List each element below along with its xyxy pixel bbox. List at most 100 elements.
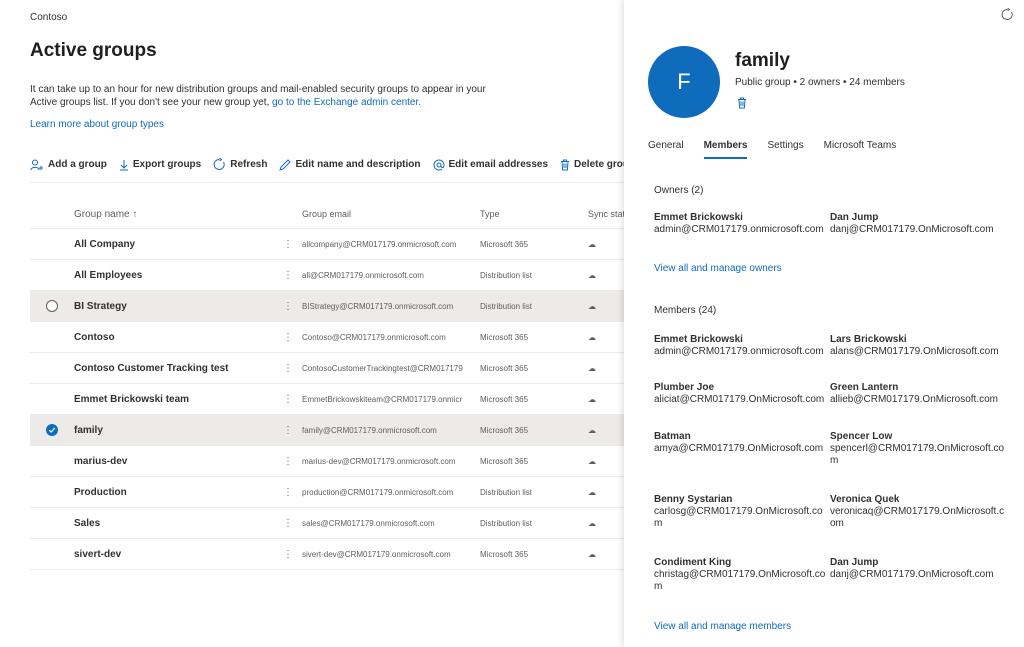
table-row[interactable]: Production ⋮ production@CRM017179.onmicr… xyxy=(30,477,624,508)
cloud-icon: ☁ xyxy=(588,270,596,280)
edit-name-button[interactable]: Edit name and description xyxy=(279,158,421,171)
group-details-panel: F family Public group • 2 owners • 24 me… xyxy=(624,0,1024,647)
group-email: sivert-dev@CRM017179.onmicrosoft.com xyxy=(302,549,451,559)
more-options-icon[interactable]: ⋮ xyxy=(274,487,302,498)
at-sign-icon xyxy=(433,159,445,170)
group-type: Microsoft 365 xyxy=(480,425,529,435)
tab-settings[interactable]: Settings xyxy=(767,140,803,159)
owner-name: Dan Jump xyxy=(830,212,879,223)
group-email: BIStrategy@CRM017179.onmicrosoft.com xyxy=(302,301,454,311)
group-name[interactable]: Contoso xyxy=(74,332,274,343)
tab-microsoft-teams[interactable]: Microsoft Teams xyxy=(824,140,897,159)
command-bar: Add a group Export groups Refresh Edit n… xyxy=(30,158,647,171)
export-groups-button[interactable]: Export groups xyxy=(119,159,201,171)
checkmark-icon[interactable] xyxy=(46,424,58,436)
pencil-icon xyxy=(279,158,292,171)
tab-members[interactable]: Members xyxy=(703,140,748,159)
more-options-icon[interactable]: ⋮ xyxy=(274,518,302,529)
table-row[interactable]: marius-dev ⋮ marius-dev@CRM017179.onmicr… xyxy=(30,446,624,477)
radio-icon[interactable] xyxy=(46,300,58,312)
cloud-icon: ☁ xyxy=(588,394,596,404)
member-email: danj@CRM017179.OnMicrosoft.com xyxy=(830,569,994,580)
table-row[interactable]: All Employees ⋮ all@CRM017179.onmicrosof… xyxy=(30,260,624,291)
more-options-icon[interactable]: ⋮ xyxy=(274,270,302,281)
more-options-icon[interactable]: ⋮ xyxy=(274,549,302,560)
column-header-sync[interactable]: Sync statu xyxy=(588,209,624,219)
member-email: carlosg@CRM017179.OnMicrosoft.com xyxy=(654,506,823,529)
group-type: Distribution list xyxy=(480,270,533,280)
more-options-icon[interactable]: ⋮ xyxy=(274,425,302,436)
group-email: sales@CRM017179.onmicrosoft.com xyxy=(302,518,435,528)
manage-members-link[interactable]: View all and manage members xyxy=(654,621,791,632)
table-row[interactable]: sivert-dev ⋮ sivert-dev@CRM017179.onmicr… xyxy=(30,539,624,570)
group-name[interactable]: Production xyxy=(74,487,274,498)
group-meta: Public group • 2 owners • 24 members xyxy=(735,77,905,88)
tab-general[interactable]: General xyxy=(648,140,684,159)
more-options-icon[interactable]: ⋮ xyxy=(274,301,302,312)
more-options-icon[interactable]: ⋮ xyxy=(274,456,302,467)
table-row[interactable]: family ⋮ family@CRM017179.onmicrosoft.co… xyxy=(30,415,624,446)
member-name: Plumber Joe xyxy=(654,382,715,393)
delete-group-icon[interactable] xyxy=(737,96,747,114)
row-select[interactable] xyxy=(30,424,74,436)
group-name[interactable]: marius-dev xyxy=(74,456,274,467)
group-name[interactable]: Contoso Customer Tracking test xyxy=(74,363,274,374)
member-entry: Condiment King christag@CRM017179.OnMicr… xyxy=(654,557,829,593)
column-header-type[interactable]: Type xyxy=(480,209,588,219)
table-row[interactable]: BI Strategy ⋮ BIStrategy@CRM017179.onmic… xyxy=(30,291,624,322)
table-row[interactable]: Contoso Customer Tracking test ⋮ Contoso… xyxy=(30,353,624,384)
exchange-admin-link[interactable]: go to the Exchange admin center. xyxy=(272,97,421,108)
table-row[interactable]: Contoso ⋮ Contoso@CRM017179.onmicrosoft.… xyxy=(30,322,624,353)
group-name[interactable]: BI Strategy xyxy=(74,301,274,312)
row-select[interactable] xyxy=(30,300,74,312)
table-row[interactable]: Emmet Brickowski team ⋮ EmmetBrickowskit… xyxy=(30,384,624,415)
member-name: Benny Systarian xyxy=(654,494,733,505)
refresh-icon xyxy=(1001,7,1013,20)
edit-email-button[interactable]: Edit email addresses xyxy=(433,159,548,171)
owner-entry: Dan Jump danj@CRM017179.OnMicrosoft.com xyxy=(830,212,1005,236)
more-options-icon[interactable]: ⋮ xyxy=(274,394,302,405)
column-header-name[interactable]: Group name ↑ xyxy=(74,209,274,220)
owners-title: Owners (2) xyxy=(654,185,704,196)
group-title: family xyxy=(735,50,790,71)
member-email: alans@CRM017179.OnMicrosoft.com xyxy=(830,346,999,357)
group-name[interactable]: family xyxy=(74,425,274,436)
group-type: Distribution list xyxy=(480,487,533,497)
group-email: all@CRM017179.onmicrosoft.com xyxy=(302,270,424,280)
table-row[interactable]: Sales ⋮ sales@CRM017179.onmicrosoft.com … xyxy=(30,508,624,539)
cloud-icon: ☁ xyxy=(588,239,596,249)
member-email: aliciat@CRM017179.OnMicrosoft.com xyxy=(654,394,825,405)
group-name[interactable]: All Company xyxy=(74,239,274,250)
member-name: Lars Brickowski xyxy=(830,334,907,345)
member-entry: Plumber Joe aliciat@CRM017179.OnMicrosof… xyxy=(654,382,829,406)
command-divider xyxy=(30,182,624,183)
more-options-icon[interactable]: ⋮ xyxy=(274,332,302,343)
groups-page: Contoso Active groups It can take up to … xyxy=(0,0,635,647)
more-options-icon[interactable]: ⋮ xyxy=(274,239,302,250)
group-email: production@CRM017179.onmicrosoft.com xyxy=(302,487,454,497)
refresh-button[interactable]: Refresh xyxy=(213,158,267,171)
groups-table: Group name ↑ Group email Type Sync statu… xyxy=(30,200,624,570)
intro-text: It can take up to an hour for new distri… xyxy=(30,83,490,109)
more-options-icon[interactable]: ⋮ xyxy=(274,363,302,374)
panel-refresh-button[interactable] xyxy=(1001,7,1014,26)
learn-more-link[interactable]: Learn more about group types xyxy=(30,119,164,130)
group-email: ContosoCustomerTrackingtest@CRM017179 xyxy=(302,363,463,373)
group-name[interactable]: All Employees xyxy=(74,270,274,281)
member-email: allieb@CRM017179.OnMicrosoft.com xyxy=(830,394,998,405)
group-name[interactable]: sivert-dev xyxy=(74,549,274,560)
group-email: marius-dev@CRM017179.onmicrosoft.com xyxy=(302,456,456,466)
table-row[interactable]: All Company ⋮ allcompany@CRM017179.onmic… xyxy=(30,229,624,260)
group-name[interactable]: Emmet Brickowski team xyxy=(74,394,274,405)
add-group-button[interactable]: Add a group xyxy=(30,159,107,171)
edit-name-label: Edit name and description xyxy=(295,159,421,170)
group-name[interactable]: Sales xyxy=(74,518,274,529)
manage-owners-link[interactable]: View all and manage owners xyxy=(654,263,782,274)
refresh-icon xyxy=(213,158,225,170)
group-type: Microsoft 365 xyxy=(480,363,529,373)
group-type: Microsoft 365 xyxy=(480,549,529,559)
breadcrumb[interactable]: Contoso xyxy=(30,12,67,23)
group-type: Distribution list xyxy=(480,518,533,528)
column-header-email[interactable]: Group email xyxy=(302,209,480,219)
member-email: veronicaq@CRM017179.OnMicrosoft.com xyxy=(830,506,1005,529)
